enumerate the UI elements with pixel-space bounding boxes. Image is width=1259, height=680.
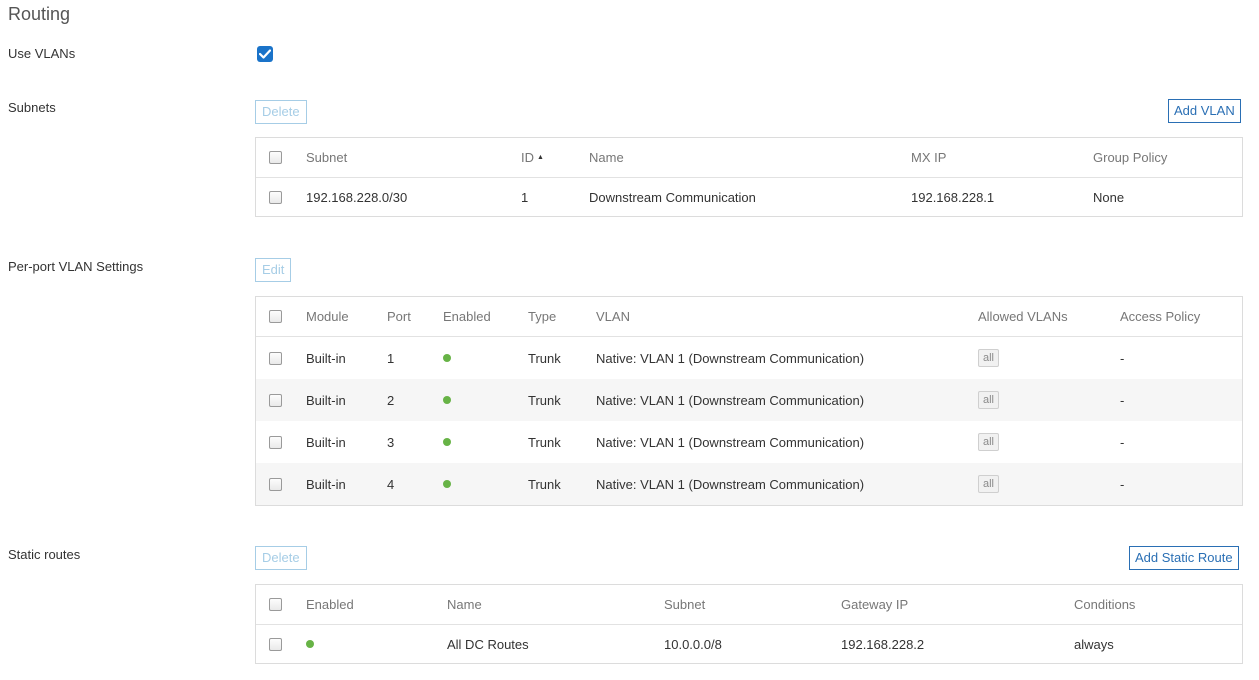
subnets-delete-button[interactable]: Delete — [255, 100, 307, 124]
subnet-cell: 192.168.228.0/30 — [306, 189, 408, 205]
port-cell: 4 — [387, 476, 395, 492]
select-all-checkbox[interactable] — [269, 151, 282, 164]
allowed-vlans-tag: all — [978, 349, 1000, 367]
table-row[interactable]: All DC Routes 10.0.0.0/8 192.168.228.2 a… — [256, 625, 1242, 663]
row-checkbox[interactable] — [269, 637, 282, 651]
column-header-subnet[interactable]: Subnet — [664, 585, 705, 624]
use-vlans-label: Use VLANs — [8, 46, 76, 61]
port-cell: 1 — [387, 350, 395, 366]
type-cell: Trunk — [528, 476, 561, 492]
per-port-table: Module Port Enabled Type VLAN Allowed VL… — [255, 296, 1243, 506]
column-header-allowed-vlans[interactable]: Allowed VLANs — [978, 297, 1068, 336]
table-row[interactable]: Built-in 4 Trunk Native: VLAN 1 (Downstr… — [256, 463, 1242, 505]
per-port-edit-button[interactable]: Edit — [255, 258, 292, 282]
enabled-status-icon — [443, 396, 451, 404]
module-cell: Built-in — [306, 434, 346, 450]
table-row[interactable]: 192.168.228.0/30 1 Downstream Communicat… — [256, 178, 1242, 216]
enabled-status-icon — [443, 480, 451, 488]
row-checkbox[interactable] — [269, 477, 282, 491]
module-cell: Built-in — [306, 350, 346, 366]
column-header-port[interactable]: Port — [387, 297, 411, 336]
column-header-group-policy[interactable]: Group Policy — [1093, 138, 1167, 177]
table-row[interactable]: Built-in 1 Trunk Native: VLAN 1 (Downstr… — [256, 337, 1242, 379]
vlan-cell: Native: VLAN 1 (Downstream Communication… — [596, 350, 865, 366]
type-cell: Trunk — [528, 392, 561, 408]
column-header-enabled[interactable]: Enabled — [443, 297, 491, 336]
add-vlan-button[interactable]: Add VLAN — [1168, 99, 1241, 123]
per-port-vlan-label: Per-port VLAN Settings — [8, 259, 144, 274]
table-row[interactable]: Built-in 2 Trunk Native: VLAN 1 (Downstr… — [256, 379, 1242, 421]
static-routes-label: Static routes — [8, 547, 81, 562]
id-cell: 1 — [521, 189, 529, 205]
conditions-cell: always — [1074, 636, 1114, 652]
column-header-id-label: ID — [521, 150, 534, 165]
port-cell: 2 — [387, 392, 395, 408]
table-header: Enabled Name Subnet Gateway IP Condition… — [256, 585, 1242, 625]
enabled-status-icon — [443, 438, 451, 446]
allowed-vlans-tag: all — [978, 391, 1000, 409]
select-all-checkbox[interactable] — [269, 598, 282, 611]
mx-ip-cell: 192.168.228.1 — [911, 189, 995, 205]
subnets-label: Subnets — [8, 100, 56, 115]
access-policy-cell: - — [1120, 476, 1125, 492]
module-cell: Built-in — [306, 392, 346, 408]
add-static-route-button[interactable]: Add Static Route — [1129, 546, 1239, 570]
name-cell: Downstream Communication — [589, 189, 756, 205]
table-header: Module Port Enabled Type VLAN Allowed VL… — [256, 297, 1242, 337]
column-header-subnet[interactable]: Subnet — [306, 138, 347, 177]
vlan-cell: Native: VLAN 1 (Downstream Communication… — [596, 476, 865, 492]
column-header-module[interactable]: Module — [306, 297, 349, 336]
enabled-status-icon — [443, 354, 451, 362]
port-cell: 3 — [387, 434, 395, 450]
row-checkbox[interactable] — [269, 393, 282, 407]
vlan-cell: Native: VLAN 1 (Downstream Communication… — [596, 434, 865, 450]
access-policy-cell: - — [1120, 350, 1125, 366]
module-cell: Built-in — [306, 476, 346, 492]
use-vlans-checkbox[interactable] — [257, 46, 273, 62]
enabled-status-icon — [306, 640, 314, 648]
column-header-vlan[interactable]: VLAN — [596, 297, 630, 336]
column-header-access-policy[interactable]: Access Policy — [1120, 297, 1200, 336]
row-checkbox[interactable] — [269, 190, 282, 204]
column-header-type[interactable]: Type — [528, 297, 556, 336]
row-checkbox[interactable] — [269, 435, 282, 449]
gateway-ip-cell: 192.168.228.2 — [841, 636, 925, 652]
table-header: Subnet ID ▲ Name MX IP Group Policy — [256, 138, 1242, 178]
group-policy-cell: None — [1093, 189, 1125, 205]
sort-ascending-icon: ▲ — [537, 154, 544, 161]
subnets-table: Subnet ID ▲ Name MX IP Group Policy 192.1… — [255, 137, 1243, 217]
checkmark-icon — [259, 49, 271, 59]
column-header-name[interactable]: Name — [589, 138, 624, 177]
column-header-gateway-ip[interactable]: Gateway IP — [841, 585, 908, 624]
name-cell: All DC Routes — [447, 636, 529, 652]
allowed-vlans-tag: all — [978, 433, 1000, 451]
access-policy-cell: - — [1120, 392, 1125, 408]
select-all-checkbox[interactable] — [269, 310, 282, 323]
column-header-conditions[interactable]: Conditions — [1074, 585, 1135, 624]
static-routes-table: Enabled Name Subnet Gateway IP Condition… — [255, 584, 1243, 664]
column-header-enabled[interactable]: Enabled — [306, 585, 354, 624]
access-policy-cell: - — [1120, 434, 1125, 450]
type-cell: Trunk — [528, 434, 561, 450]
static-routes-delete-button[interactable]: Delete — [255, 546, 307, 570]
page-title: Routing — [8, 4, 71, 24]
vlan-cell: Native: VLAN 1 (Downstream Communication… — [596, 392, 865, 408]
subnet-cell: 10.0.0.0/8 — [664, 636, 722, 652]
column-header-mx-ip[interactable]: MX IP — [911, 138, 946, 177]
column-header-name[interactable]: Name — [447, 585, 482, 624]
allowed-vlans-tag: all — [978, 475, 1000, 493]
table-row[interactable]: Built-in 3 Trunk Native: VLAN 1 (Downstr… — [256, 421, 1242, 463]
column-header-id[interactable]: ID ▲ — [521, 138, 544, 177]
type-cell: Trunk — [528, 350, 561, 366]
row-checkbox[interactable] — [269, 351, 282, 365]
